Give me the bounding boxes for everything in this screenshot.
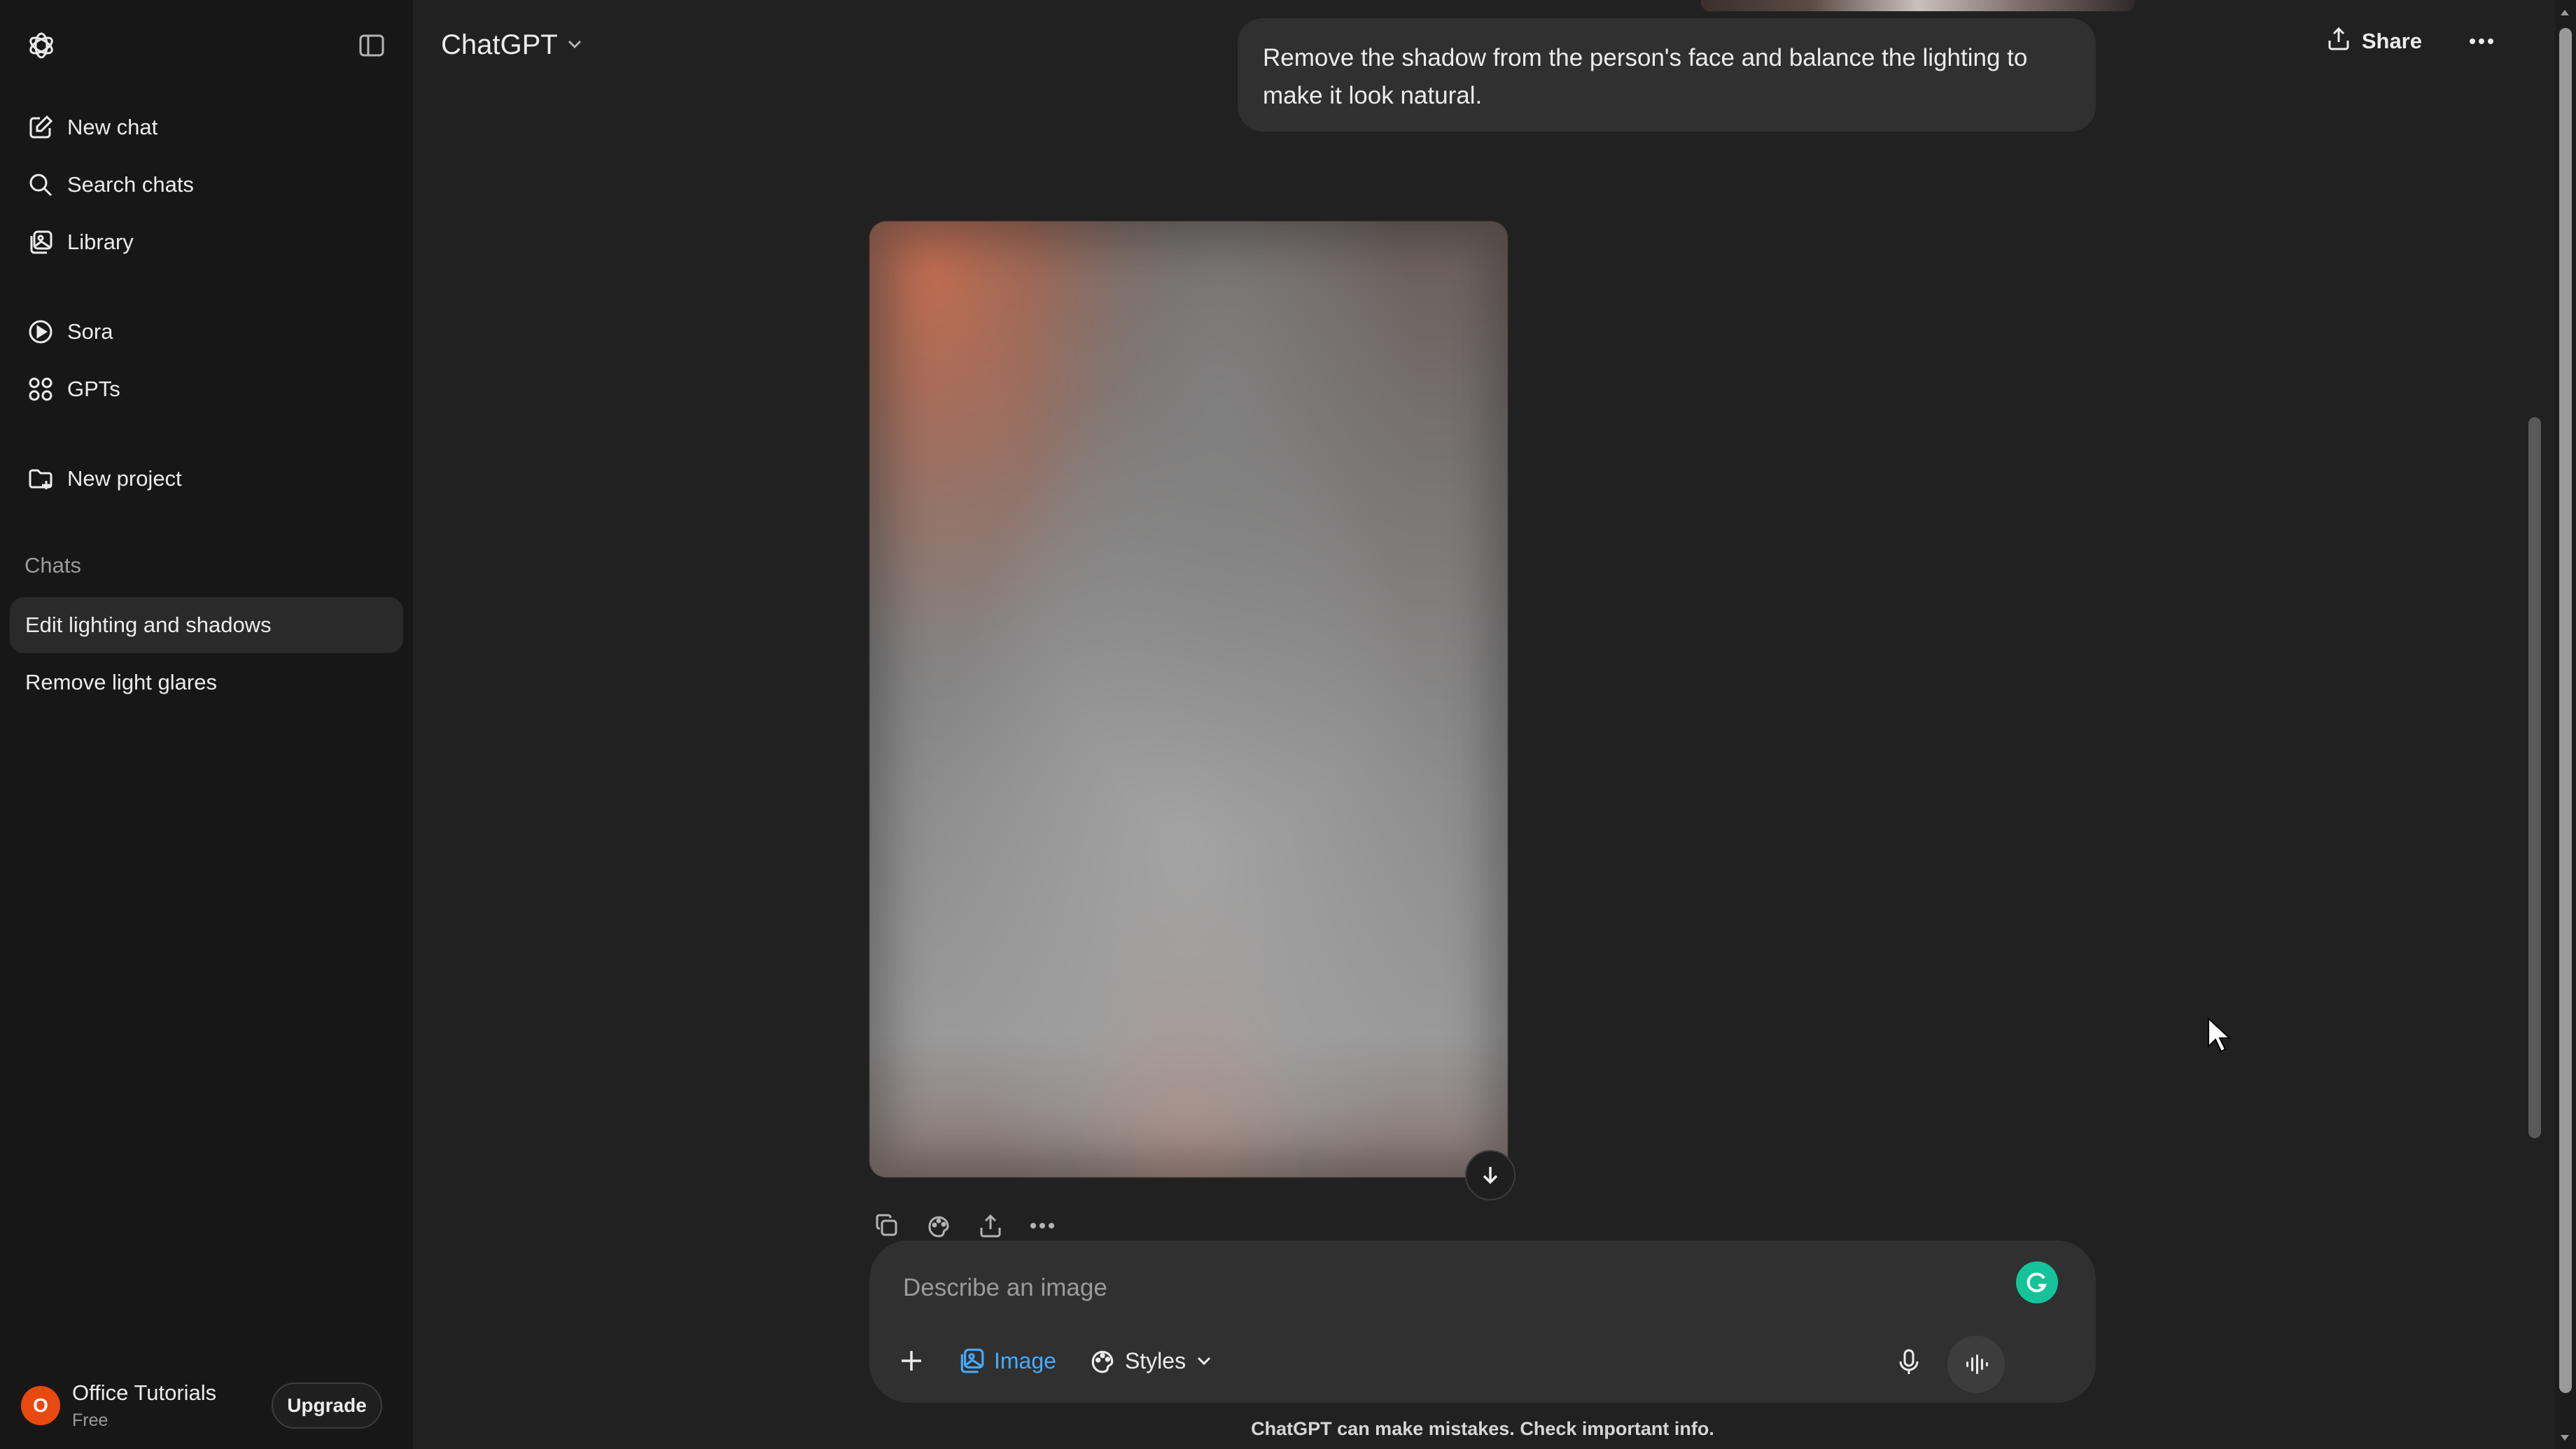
voice-mode-button[interactable] bbox=[1947, 1336, 2005, 1393]
prompt-input[interactable] bbox=[903, 1267, 1953, 1309]
chat-item-edit-lighting[interactable]: Edit lighting and shadows bbox=[10, 597, 403, 653]
disclaimer: ChatGPT can make mistakes. Check importa… bbox=[1251, 1418, 1714, 1439]
edit-image-icon[interactable] bbox=[921, 1208, 956, 1243]
copy-icon[interactable] bbox=[869, 1208, 904, 1243]
sidebar: New chat Search chats Library Sora GPTs bbox=[0, 0, 413, 1449]
styles-label: Styles bbox=[1124, 1348, 1186, 1373]
sidebar-item-label: Search chats bbox=[67, 172, 194, 197]
model-switcher[interactable]: ChatGPT bbox=[441, 25, 584, 64]
sidebar-item-label: GPTs bbox=[67, 377, 120, 401]
sidebar-item-label: Library bbox=[67, 230, 134, 254]
sidebar-item-search-chats[interactable]: Search chats bbox=[10, 158, 403, 211]
play-circle-icon bbox=[25, 316, 56, 347]
download-button[interactable] bbox=[1465, 1150, 1516, 1200]
sidebar-item-new-chat[interactable]: New chat bbox=[10, 101, 403, 154]
image-actions bbox=[869, 1208, 1060, 1243]
header-actions: Share bbox=[2325, 24, 2499, 59]
arrow-down-icon bbox=[1483, 1167, 1498, 1184]
share-icon[interactable] bbox=[973, 1208, 1008, 1243]
waveform-icon bbox=[1966, 1354, 1988, 1374]
model-name: ChatGPT bbox=[441, 29, 558, 60]
chevron-down-icon bbox=[565, 29, 584, 61]
add-attachment-button[interactable] bbox=[890, 1338, 932, 1383]
sidebar-item-label: Sora bbox=[67, 319, 113, 344]
chat-scroll-thumb[interactable] bbox=[2528, 417, 2541, 1138]
share-icon bbox=[2325, 25, 2352, 57]
grid-icon bbox=[25, 374, 56, 405]
window-scrollbar[interactable] bbox=[2555, 0, 2576, 1449]
chatgpt-app: New chat Search chats Library Sora GPTs bbox=[0, 0, 2576, 1449]
chevron-down-icon bbox=[1198, 1357, 1211, 1366]
sidebar-item-new-project[interactable]: New project bbox=[10, 452, 403, 505]
user-message-bubble: Remove the shadow from the person's face… bbox=[1238, 18, 2096, 132]
scroll-down-arrow-icon[interactable] bbox=[2559, 1432, 2570, 1443]
mouse-cursor-icon bbox=[2206, 1016, 2232, 1053]
scroll-thumb[interactable] bbox=[2559, 28, 2572, 1393]
plus-icon bbox=[902, 1351, 921, 1371]
composer-tools: Image Styles bbox=[890, 1338, 1221, 1383]
share-label: Share bbox=[2361, 29, 2422, 53]
more-options-button[interactable] bbox=[2464, 24, 2499, 59]
main-panel: ChatGPT Share Remove the shadow from the… bbox=[413, 0, 2576, 1449]
composer: Image Styles bbox=[869, 1240, 2096, 1403]
library-icon bbox=[25, 227, 56, 258]
microphone-icon bbox=[1899, 1349, 1919, 1374]
sidebar-toggle-button[interactable] bbox=[356, 29, 388, 62]
palette-icon bbox=[1091, 1350, 1114, 1373]
image-tool-button[interactable]: Image bbox=[951, 1338, 1063, 1383]
sidebar-item-label: New project bbox=[67, 466, 182, 491]
microphone-button[interactable] bbox=[1888, 1341, 1930, 1383]
sidebar-item-library[interactable]: Library bbox=[10, 216, 403, 269]
openai-logo-icon[interactable] bbox=[24, 28, 59, 63]
upgrade-button[interactable]: Upgrade bbox=[272, 1382, 382, 1429]
user-name[interactable]: Office Tutorials bbox=[72, 1380, 216, 1406]
scroll-up-arrow-icon[interactable] bbox=[2559, 7, 2570, 18]
share-button[interactable]: Share bbox=[2325, 25, 2422, 57]
sidebar-item-sora[interactable]: Sora bbox=[10, 305, 403, 358]
sidebar-item-label: New chat bbox=[67, 115, 158, 139]
user-plan: Free bbox=[72, 1410, 108, 1430]
image-tool-label: Image bbox=[994, 1348, 1056, 1373]
folder-plus-icon bbox=[25, 463, 56, 494]
styles-dropdown[interactable]: Styles bbox=[1082, 1338, 1221, 1383]
search-icon bbox=[25, 169, 56, 200]
grammarly-icon[interactable] bbox=[2016, 1261, 2058, 1303]
sidebar-item-gpts[interactable]: GPTs bbox=[10, 363, 403, 416]
avatar[interactable]: O bbox=[21, 1386, 60, 1425]
chats-section-label: Chats bbox=[24, 553, 81, 578]
previous-image-edge bbox=[1701, 0, 2135, 11]
chat-item-remove-light-glares[interactable]: Remove light glares bbox=[10, 654, 403, 710]
image-icon bbox=[960, 1348, 984, 1373]
more-icon[interactable] bbox=[1025, 1208, 1060, 1243]
generated-image[interactable] bbox=[869, 221, 1508, 1177]
compose-icon bbox=[25, 112, 56, 143]
